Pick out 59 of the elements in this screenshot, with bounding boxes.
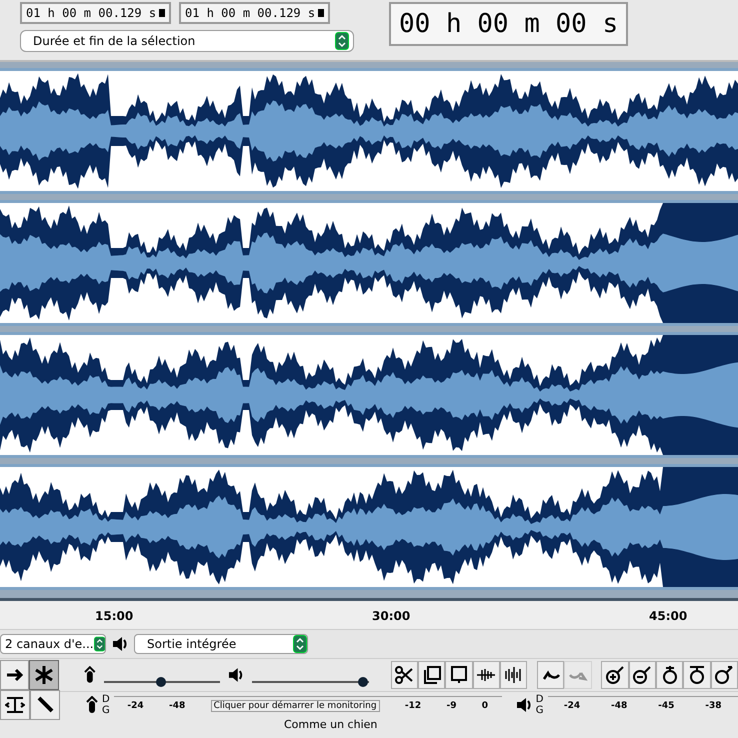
microphone-icon (84, 666, 96, 684)
meter-tick: -24 (564, 700, 580, 710)
copy-button[interactable] (418, 661, 446, 689)
selection-start-field[interactable]: 01 h 00 m 00.129 s (20, 2, 172, 24)
asterisk-icon (34, 665, 54, 685)
fit-selection-button[interactable] (656, 661, 684, 689)
ruler-label: 30:00 (372, 609, 410, 623)
trim-button[interactable] (472, 661, 500, 689)
meter-tick: -9 (446, 700, 456, 710)
zoom-toggle-icon (714, 665, 734, 685)
selection-format-dropdown[interactable]: Durée et fin de la sélection (20, 30, 354, 52)
meter-tick: -12 (404, 700, 422, 710)
meter-tick: -38 (705, 700, 722, 710)
ruler-label: 45:00 (649, 609, 688, 623)
time-display: 00 h 00 m 00 s (389, 2, 628, 46)
meter-tick: -48 (611, 700, 628, 710)
meter-tick: 0 (482, 700, 488, 710)
paste-icon (448, 665, 469, 685)
cut-icon (394, 665, 414, 685)
meter-tick: -45 (658, 700, 674, 710)
monitoring-prompt[interactable]: Cliquer pour démarrer le monitoring (210, 700, 380, 712)
zoom-in-icon (605, 665, 626, 685)
selection-end-field[interactable]: 01 h 00 m 00.129 s (179, 2, 330, 24)
dropdown-arrows-icon (335, 32, 349, 50)
meter-tick: -24 (127, 700, 144, 710)
zoom-out-button[interactable] (628, 661, 656, 689)
zoom-toggle-button[interactable] (710, 661, 738, 689)
dropdown-arrows-icon (293, 635, 307, 653)
speaker-icon (228, 667, 244, 683)
meter-tick: -48 (168, 700, 186, 710)
fit-project-button[interactable] (683, 661, 711, 689)
tool-button[interactable] (29, 660, 59, 690)
zoom-in-button[interactable] (601, 661, 629, 689)
speaker-icon (112, 636, 128, 652)
undo-button[interactable] (536, 661, 564, 689)
ruler-label: 15:00 (95, 609, 134, 623)
channel-label: D (102, 694, 110, 705)
record-meter[interactable]: -24 -48 Cliquer pour démarrer le monitoring -12 -9 0 (114, 696, 502, 714)
channel-label: D (536, 694, 544, 705)
silence-button[interactable] (500, 661, 528, 689)
channel-label: G (102, 705, 110, 716)
time-shift-icon (5, 695, 25, 715)
input-device-dropdown[interactable]: 2 canaux d'e... (0, 634, 106, 654)
channel-label: G (536, 705, 544, 716)
output-device-dropdown[interactable]: Sortie intégrée (134, 634, 308, 654)
microphone-icon (86, 696, 98, 714)
copy-icon (422, 665, 442, 685)
zoom-out-icon (632, 665, 652, 685)
status-text: Comme un chien (284, 718, 378, 731)
tool-button[interactable] (0, 690, 30, 720)
cut-button[interactable] (390, 661, 418, 689)
paste-button[interactable] (445, 661, 473, 689)
speaker-icon (516, 697, 532, 713)
pencil-icon (35, 695, 55, 715)
dropdown-arrows-icon (94, 635, 105, 653)
tool-button[interactable] (30, 690, 60, 720)
fit-project-icon (687, 665, 707, 685)
tool-button[interactable] (0, 660, 30, 690)
silence-icon (504, 665, 524, 685)
